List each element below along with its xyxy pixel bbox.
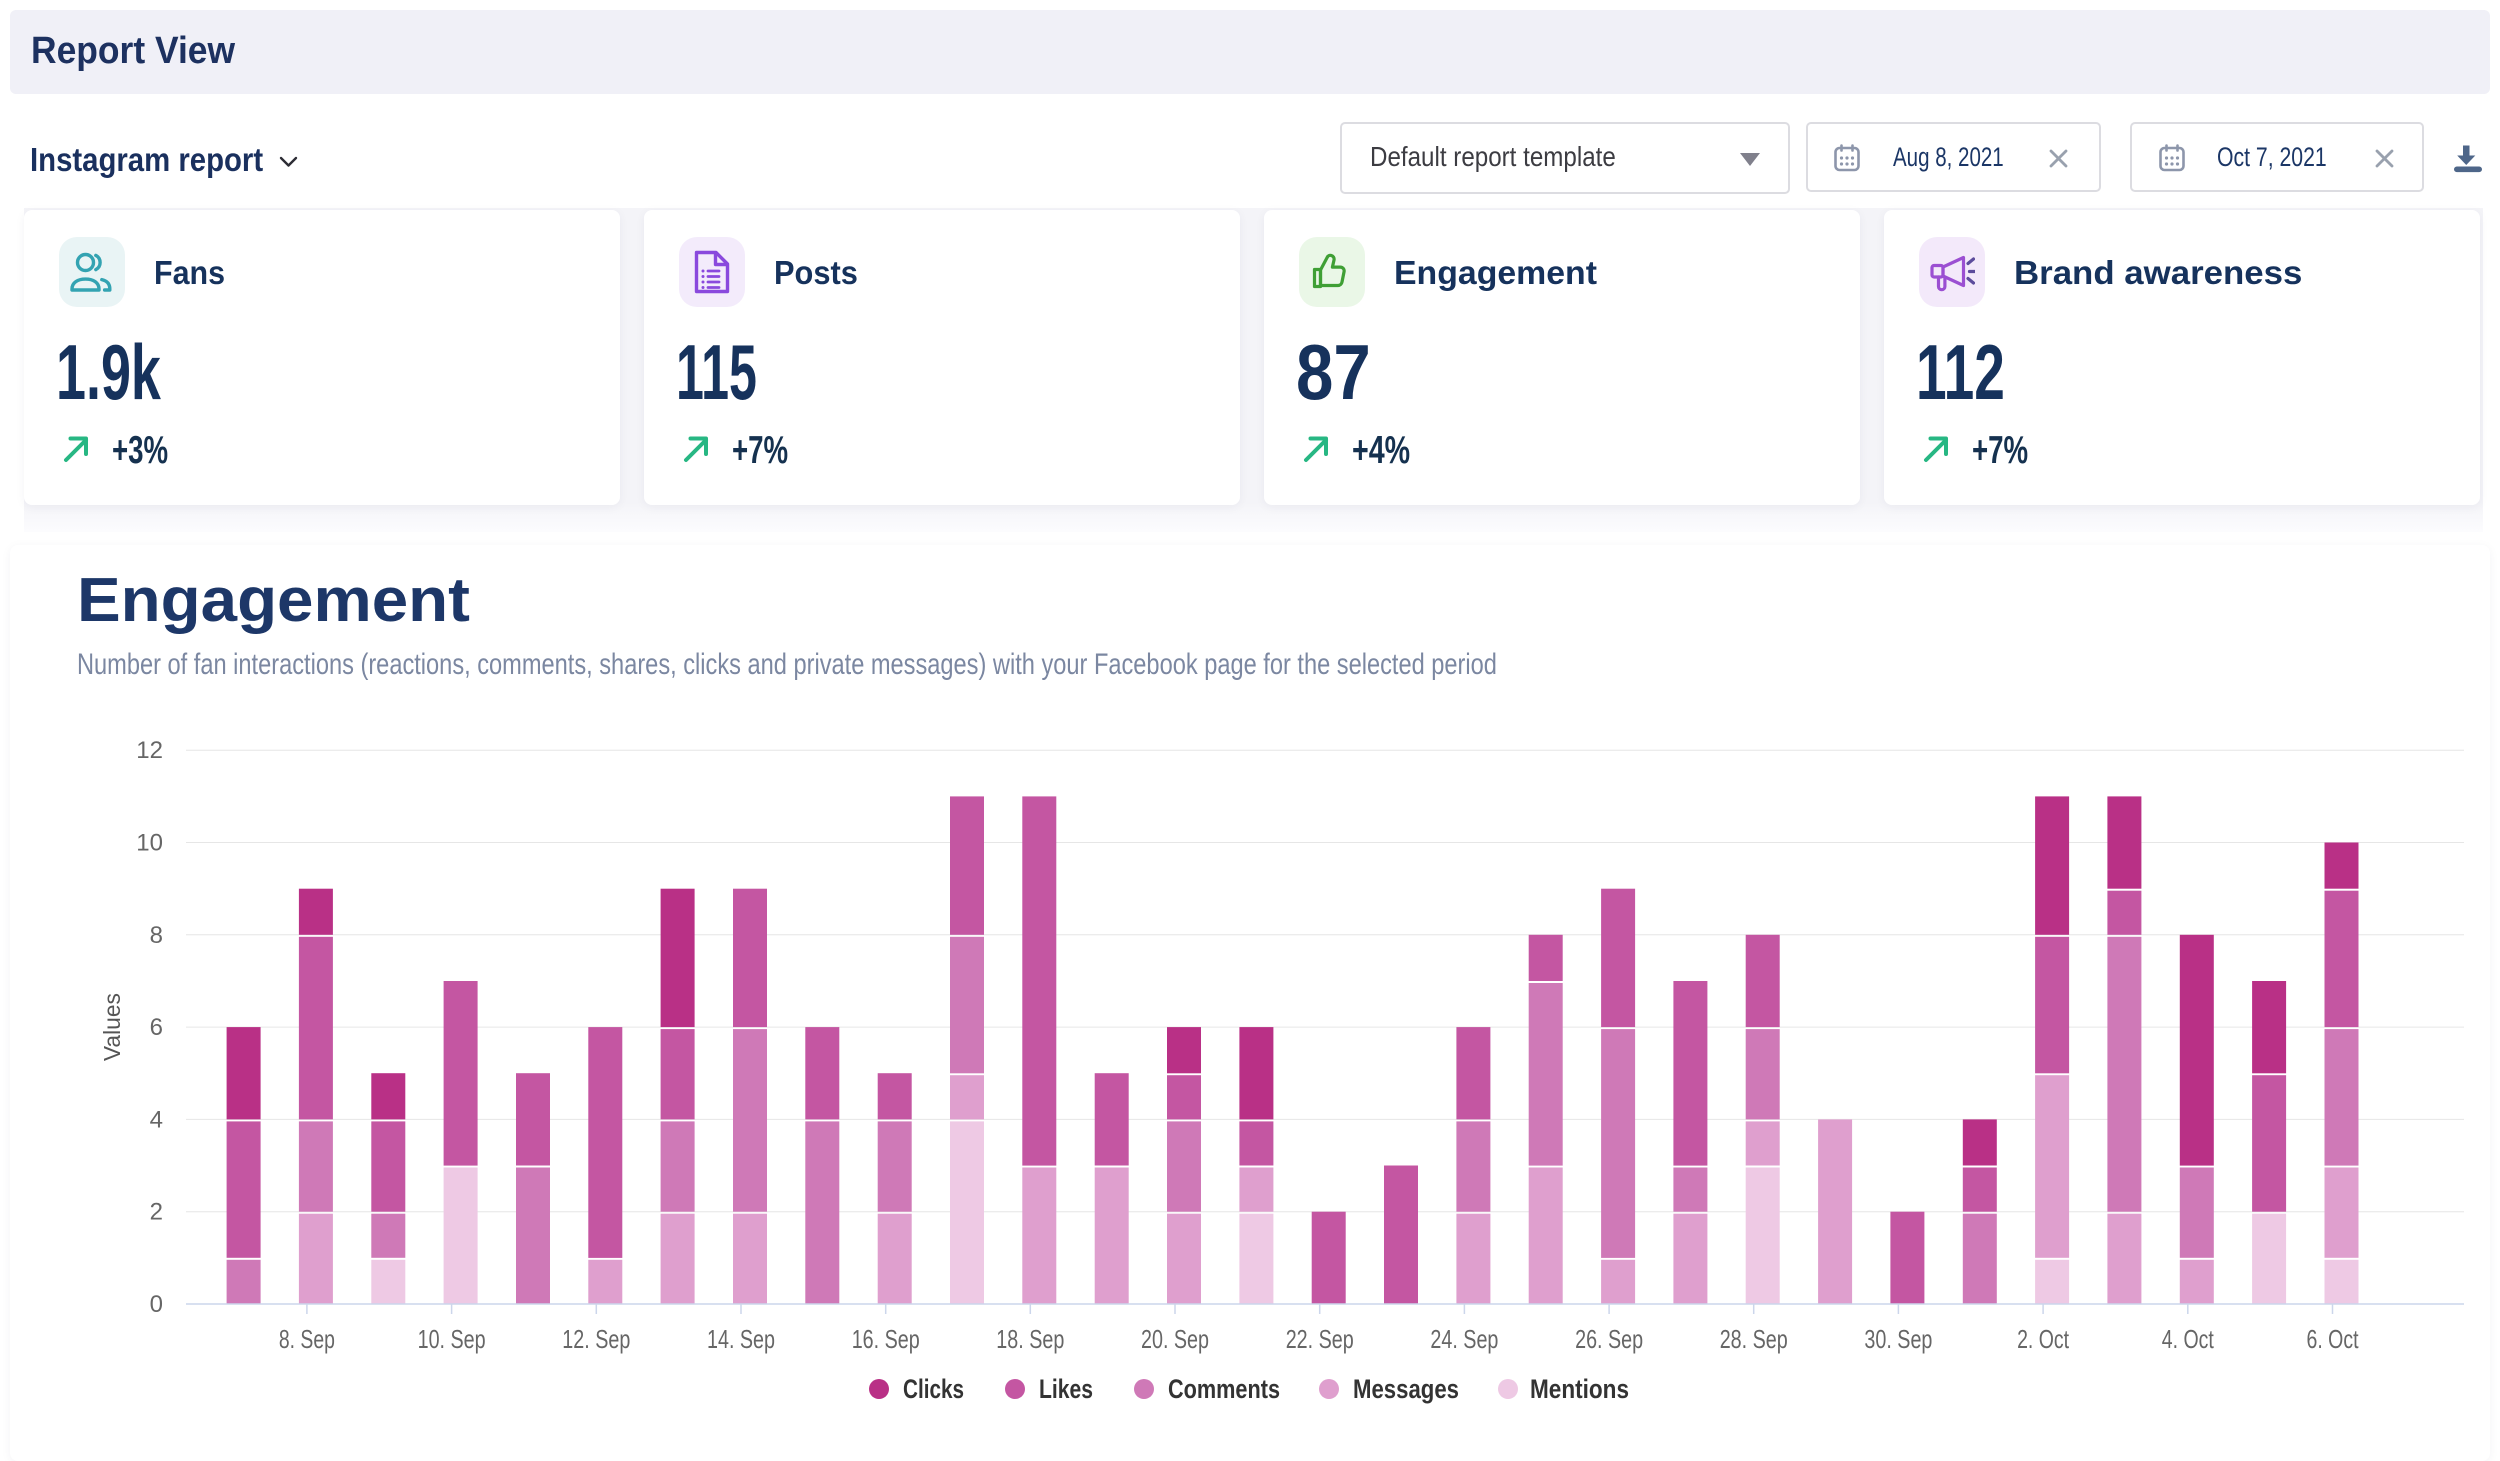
svg-text:Clicks: Clicks	[903, 1374, 964, 1404]
svg-text:6: 6	[150, 1014, 163, 1041]
svg-text:12. Sep: 12. Sep	[562, 1324, 630, 1354]
svg-text:12: 12	[136, 737, 163, 764]
svg-text:16. Sep: 16. Sep	[852, 1324, 920, 1354]
svg-text:30. Sep: 30. Sep	[1864, 1324, 1932, 1354]
svg-text:22. Sep: 22. Sep	[1286, 1324, 1354, 1354]
svg-text:Mentions: Mentions	[1530, 1374, 1629, 1404]
svg-text:24. Sep: 24. Sep	[1430, 1324, 1498, 1354]
svg-text:4. Oct: 4. Oct	[2162, 1324, 2215, 1354]
svg-text:4: 4	[150, 1106, 163, 1133]
svg-text:Likes: Likes	[1039, 1374, 1093, 1404]
svg-text:8: 8	[150, 922, 163, 949]
svg-text:6. Oct: 6. Oct	[2307, 1324, 2360, 1354]
svg-text:28. Sep: 28. Sep	[1720, 1324, 1788, 1354]
svg-text:14. Sep: 14. Sep	[707, 1324, 775, 1354]
svg-text:18. Sep: 18. Sep	[996, 1324, 1064, 1354]
svg-text:8. Sep: 8. Sep	[279, 1324, 335, 1354]
svg-text:Comments: Comments	[1168, 1374, 1280, 1404]
svg-text:0: 0	[150, 1291, 163, 1318]
svg-text:2: 2	[150, 1199, 163, 1226]
svg-text:10: 10	[136, 830, 163, 857]
svg-text:10. Sep: 10. Sep	[418, 1324, 486, 1354]
svg-text:Values: Values	[99, 993, 125, 1061]
svg-text:26. Sep: 26. Sep	[1575, 1324, 1643, 1354]
svg-text:20. Sep: 20. Sep	[1141, 1324, 1209, 1354]
svg-text:Messages: Messages	[1353, 1374, 1459, 1404]
svg-text:2. Oct: 2. Oct	[2017, 1324, 2070, 1354]
